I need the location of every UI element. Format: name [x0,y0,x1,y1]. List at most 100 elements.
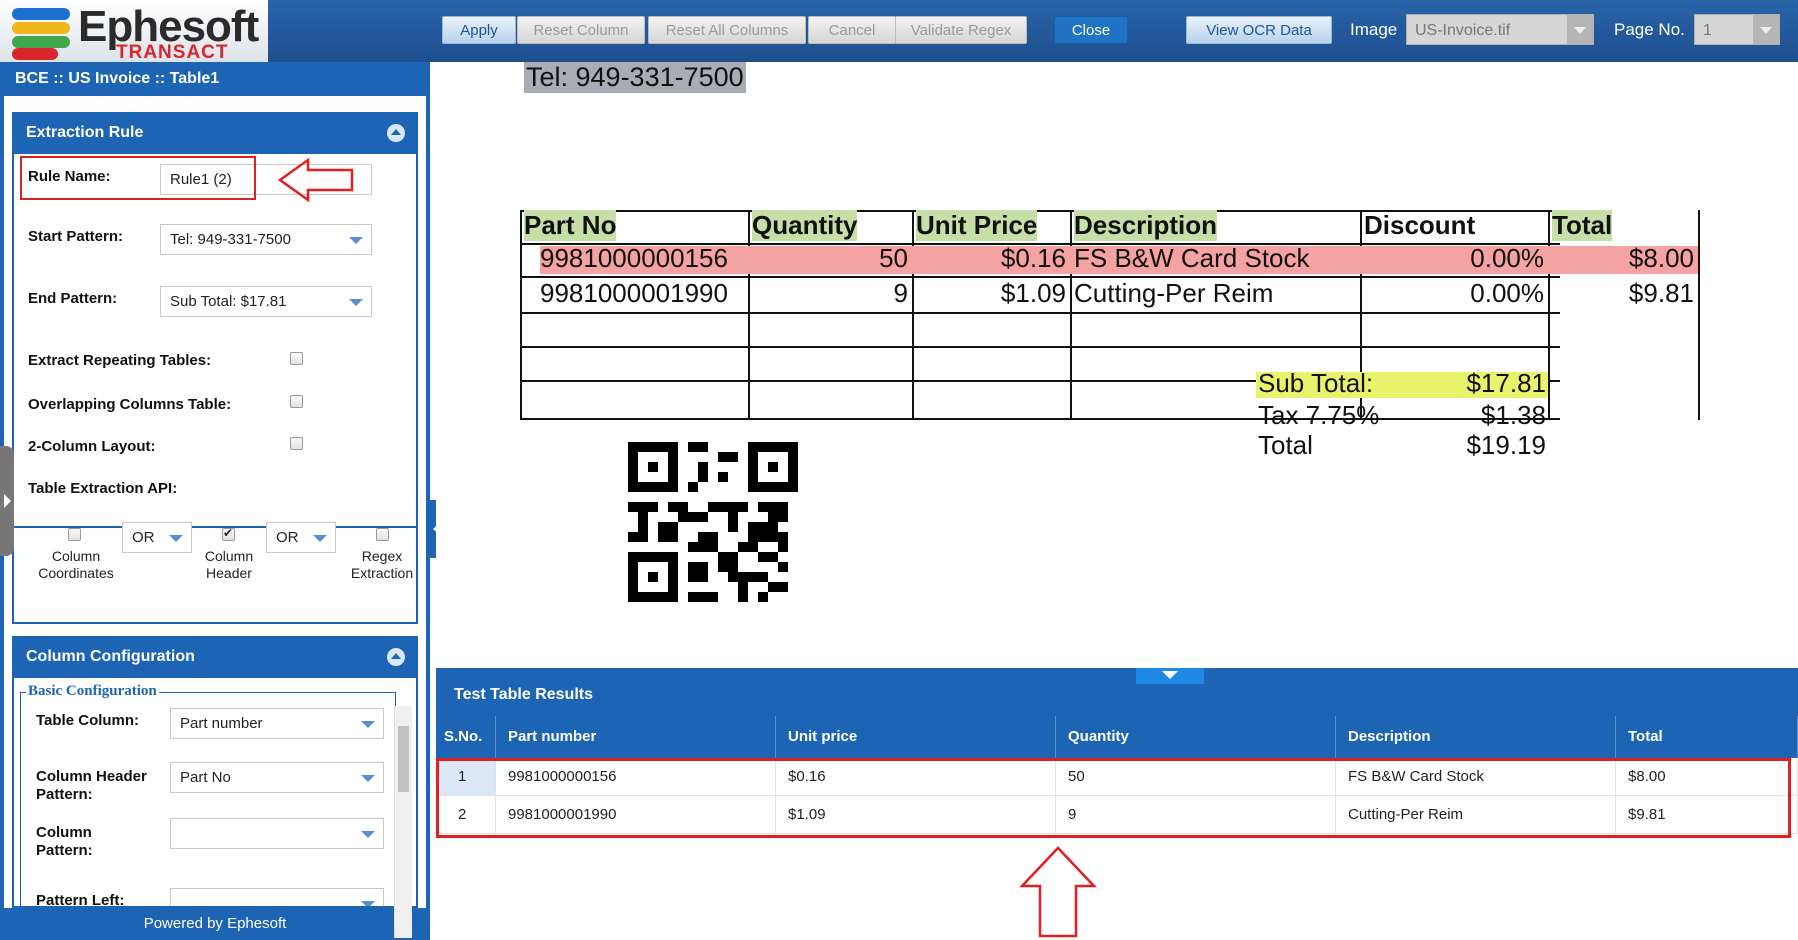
up-arrow-annotation-icon [1019,846,1097,938]
reset-all-columns-button[interactable]: Reset All Columns [648,16,806,44]
pattern-left-label: Pattern Left: [36,892,125,908]
breadcrumb: BCE :: US Invoice :: Table1 [15,70,220,87]
column-header-checkbox[interactable] [222,526,235,541]
tax-value: $1.38 [1480,400,1546,430]
chevron-down-icon [1567,15,1593,44]
doc-header-discount: Discount [1364,210,1476,240]
col-header-part-number[interactable]: Part number [496,716,776,758]
doc-cell-part-no: 9981000001990 [540,278,728,308]
doc-header-description: Description [1074,210,1218,241]
regex-extraction-checkbox[interactable] [376,528,389,541]
view-ocr-data-button[interactable]: View OCR Data [1186,16,1332,44]
column-pattern-label: Column Pattern: [36,824,93,859]
validate-regex-button[interactable]: Validate Regex [895,16,1027,44]
apply-button[interactable]: Apply [442,16,516,44]
page-no-value: 1 [1703,22,1712,39]
column-header-pattern-label: Column Header Pattern: [36,768,147,803]
annotation-box [436,758,1791,838]
image-select[interactable]: US-Invoice.tif [1406,14,1594,45]
table-column-label: Table Column: [36,712,140,729]
table-line [748,210,750,418]
column-configuration-body: Basic Configuration Table Column: Part n… [12,678,418,908]
table-column-select[interactable]: Part number [170,708,384,739]
document-image-view[interactable]: Tel: 949-331-7500 Part No Quantity Unit … [436,62,1798,668]
page-no-select[interactable]: 1 [1694,14,1780,45]
col-header-total[interactable]: Total [1616,716,1798,758]
start-pattern-label: Start Pattern: [28,228,124,245]
column-coordinates-checkbox[interactable] [68,528,81,541]
doc-cell-description: Cutting-Per Reim [1074,278,1274,308]
results-title: Test Table Results [454,686,593,703]
scrollbar-thumb[interactable] [398,726,409,792]
doc-cell-discount: 0.00% [1470,278,1544,308]
start-pattern-select[interactable]: Tel: 949-331-7500 [160,224,372,255]
collapse-icon[interactable] [387,648,405,666]
subtotal-label: Sub Total: [1258,368,1374,398]
pattern-left-select[interactable] [170,888,384,906]
image-select-value: US-Invoice.tif [1415,22,1511,39]
regex-extraction-label: Regex Extraction [350,548,414,581]
column-config-scrollbar[interactable] [394,706,412,938]
api-operator-select-2[interactable]: OR [266,522,336,553]
left-arrow-annotation-icon [277,157,354,203]
doc-header-unit-price: Unit Price [916,210,1038,241]
tel-text: Tel: 949-331-7500 [524,62,746,93]
col-header-unit-price[interactable]: Unit price [776,716,1056,758]
reset-column-button[interactable]: Reset Column [517,16,645,44]
logo-bar-green [12,36,70,48]
cancel-button[interactable]: Cancel [808,16,896,44]
overlapping-columns-label: Overlapping Columns Table: [28,396,232,413]
doc-cell-total: $8.00 [1628,243,1694,273]
table-extraction-api-row: ColumnCoordinates OR ColumnHeader OR Reg… [12,520,418,624]
close-button[interactable]: Close [1054,16,1128,44]
api-operator-select-1[interactable]: OR [122,522,192,553]
doc-header-quantity: Quantity [752,210,858,241]
image-label: Image [1350,20,1398,39]
extract-repeating-checkbox[interactable] [290,352,303,365]
doc-header-total: Total [1552,210,1613,241]
table-line [520,312,1560,314]
column-header-pattern-select[interactable]: Part No [170,762,384,793]
annotation-box [20,156,256,200]
left-panel-content: Extraction Rule Rule Name: Rule1 (2) Sta… [4,96,426,908]
table-line [1698,210,1700,420]
test-table-results: Test Table Results S.No. Part number Uni… [436,668,1798,940]
table-line [1070,210,1072,420]
page-no-label: Page No. [1614,20,1685,39]
collapse-results-icon[interactable] [1136,668,1204,684]
results-column-headers: S.No. Part number Unit price Quantity De… [436,716,1798,758]
two-column-layout-label: 2-Column Layout: [28,438,156,455]
doc-cell-unit-price: $1.09 [1000,278,1066,308]
collapse-icon[interactable] [387,124,405,142]
column-coordinates-label: Column Coordinates [38,548,114,581]
table-line [1548,210,1550,420]
column-configuration-title: Column Configuration [26,648,195,665]
expand-panel-handle[interactable] [0,446,14,556]
logo-subtitle: TRANSACT [116,42,229,63]
doc-header-part-no: Part No [524,210,617,241]
table-line [912,210,914,420]
col-header-description[interactable]: Description [1336,716,1616,758]
col-header-sno[interactable]: S.No. [436,716,496,758]
column-configuration-header[interactable]: Column Configuration [12,636,418,678]
table-line [520,418,1560,420]
extraction-rule-header[interactable]: Extraction Rule [12,112,418,154]
doc-cell-quantity: 9 [893,278,908,308]
column-pattern-select[interactable] [170,818,384,849]
two-column-layout-checkbox[interactable] [290,437,303,450]
results-header: Test Table Results [436,668,1798,716]
end-pattern-label: End Pattern: [28,290,118,307]
end-pattern-select[interactable]: Sub Total: $17.81 [160,286,372,317]
doc-cell-total: $9.81 [1628,278,1694,308]
doc-cell-part-no: 9981000000156 [540,243,728,273]
chevron-down-icon [1753,15,1779,44]
qr-code-image [628,442,798,602]
logo: Ephesoft TRANSACT [0,0,268,63]
tax-label: Tax 7.75% [1258,400,1380,430]
total-label: Total [1258,430,1313,460]
col-header-quantity[interactable]: Quantity [1056,716,1336,758]
overlapping-columns-checkbox[interactable] [290,395,303,408]
doc-cell-description: FS B&W Card Stock [1074,243,1310,273]
table-extraction-api-label: Table Extraction API: [28,480,178,497]
table-line [520,210,522,420]
